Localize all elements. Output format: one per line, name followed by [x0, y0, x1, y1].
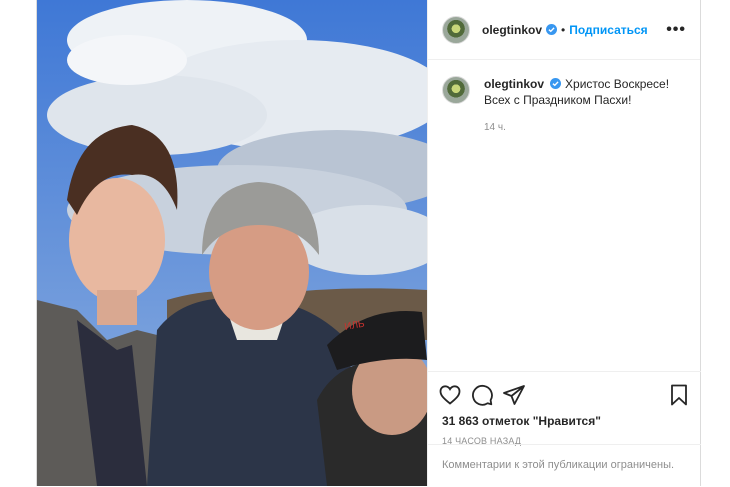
heart-icon[interactable]: [438, 383, 462, 407]
separator-dot: •: [561, 22, 566, 37]
caption: olegtinkov Христос Воскресе! Всех с Праз…: [428, 60, 700, 136]
more-options-button[interactable]: •••: [666, 21, 686, 39]
caption-timestamp[interactable]: 14 ч.: [484, 120, 669, 136]
bookmark-icon[interactable]: [667, 383, 691, 407]
post-photo[interactable]: ИЛЬ: [37, 0, 427, 486]
likes-count[interactable]: 31 863 отметок "Нравится": [428, 410, 701, 428]
verified-badge-icon: [550, 78, 562, 89]
verified-badge-icon: [546, 24, 558, 35]
action-icons: [428, 372, 701, 410]
paper-plane-icon[interactable]: [502, 383, 526, 407]
caption-avatar[interactable]: [442, 76, 470, 104]
selfie-photo-image: ИЛЬ: [37, 0, 427, 486]
caption-text: olegtinkov Христос Воскресе! Всех с Праз…: [484, 76, 669, 136]
comments-disabled-notice: Комментарии к этой публикации ограничены…: [428, 444, 701, 487]
follow-button[interactable]: Подписаться: [569, 23, 647, 37]
post-sidebar: olegtinkov • Подписаться ••• olegtinkov …: [427, 0, 701, 486]
post-header: olegtinkov • Подписаться •••: [428, 0, 700, 60]
caption-username-link[interactable]: olegtinkov: [484, 77, 544, 91]
avatar[interactable]: [442, 15, 470, 44]
post-actions: 31 863 отметок "Нравится" 14 ЧАСОВ НАЗАД…: [428, 371, 701, 486]
instagram-post: ИЛЬ olegtinkov • Подписаться ••• olegtin…: [36, 0, 701, 486]
comment-bubble-icon[interactable]: [470, 383, 494, 407]
caption-line-2: Всех с Праздником Пасхи!: [484, 93, 632, 107]
username-link[interactable]: olegtinkov: [482, 23, 542, 37]
caption-line-1: Христос Воскресе!: [565, 77, 670, 91]
